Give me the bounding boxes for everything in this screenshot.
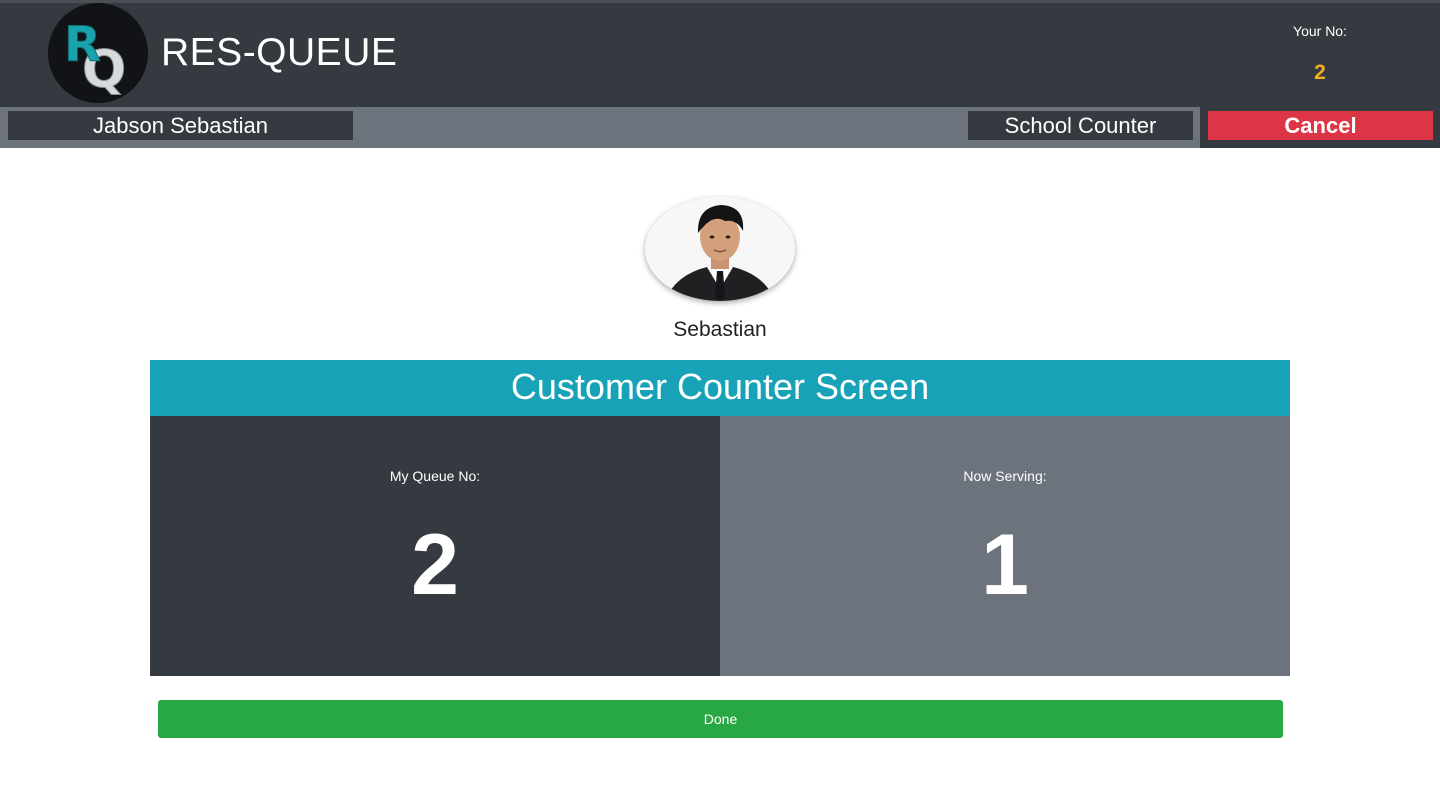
svg-text:R: R <box>64 17 101 73</box>
your-number-label: Your No: <box>1293 23 1347 39</box>
now-serving-panel: Now Serving: 1 <box>720 416 1290 676</box>
now-serving-number: 1 <box>981 517 1029 613</box>
app-header: Q R RES-QUEUE Your No: 2 <box>0 3 1440 107</box>
my-queue-number: 2 <box>411 517 459 613</box>
cancel-button[interactable]: Cancel <box>1208 111 1433 140</box>
customer-name: Jabson Sebastian <box>8 111 353 140</box>
counter-name: School Counter <box>968 111 1193 140</box>
app-logo: Q R <box>48 3 148 103</box>
staff-name: Sebastian <box>673 318 767 341</box>
now-serving-label: Now Serving: <box>963 468 1047 484</box>
my-queue-label: My Queue No: <box>389 468 481 484</box>
done-button[interactable]: Done <box>158 700 1283 738</box>
staff-avatar <box>645 197 795 301</box>
app-title: RES-QUEUE <box>161 31 398 74</box>
my-queue-panel: My Queue No: 2 <box>150 416 720 676</box>
screen-title: Customer Counter Screen <box>150 360 1290 416</box>
your-number-value: 2 <box>1314 61 1326 84</box>
